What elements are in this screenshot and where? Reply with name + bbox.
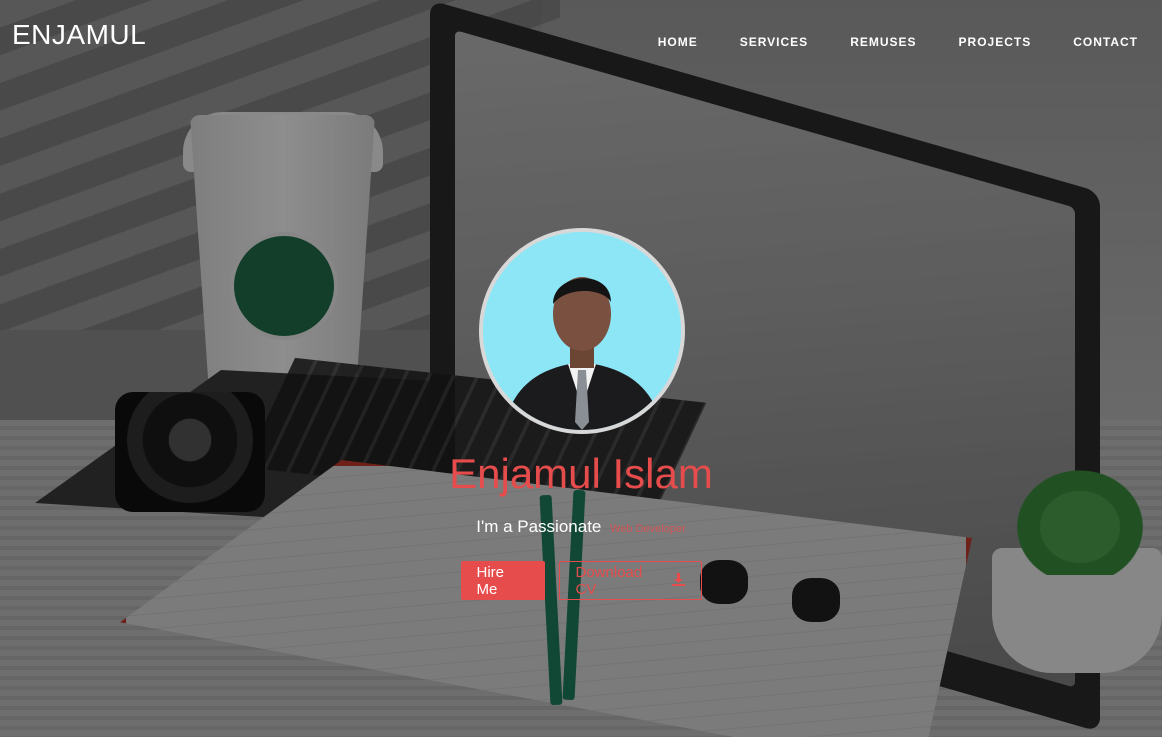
profile-avatar xyxy=(479,228,685,434)
hire-me-button[interactable]: Hire Me xyxy=(460,561,545,600)
hero-name: Enjamul Islam xyxy=(449,450,713,497)
download-cv-label: Download CV xyxy=(575,563,643,598)
download-icon xyxy=(671,572,685,589)
nav-projects[interactable]: PROJECTS xyxy=(959,35,1032,49)
tagline-prefix: I'm a Passionate xyxy=(476,517,602,536)
main-nav: HOME SERVICES REMUSES PROJECTS CONTACT xyxy=(658,35,1138,49)
nav-home[interactable]: HOME xyxy=(658,35,698,49)
tagline-role: Web Developer xyxy=(610,523,686,535)
nav-contact[interactable]: CONTACT xyxy=(1073,35,1138,49)
hire-me-label: Hire Me xyxy=(476,563,505,598)
brand-logo[interactable]: ENJAMUL xyxy=(12,19,146,51)
nav-remuses[interactable]: REMUSES xyxy=(850,35,916,49)
nav-services[interactable]: SERVICES xyxy=(740,35,808,49)
hero-actions: Hire Me Download CV xyxy=(0,561,1162,600)
hero-section: ENJAMUL HOME SERVICES REMUSES PROJECTS C… xyxy=(0,0,1162,737)
hero-tagline: I'm a Passionate Web Developer xyxy=(0,517,1162,537)
download-cv-button[interactable]: Download CV xyxy=(558,561,702,600)
